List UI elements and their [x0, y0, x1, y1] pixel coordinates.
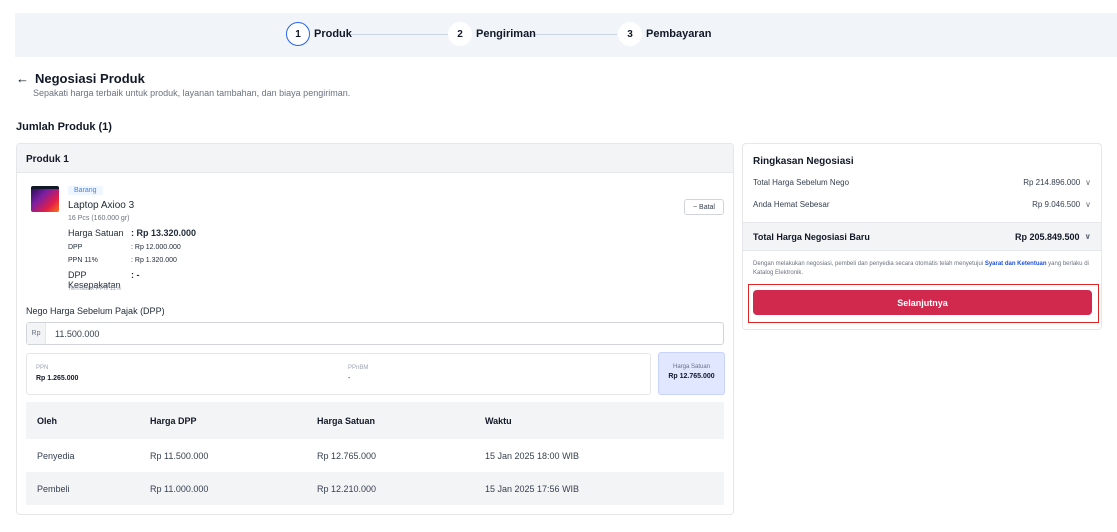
ppn-label: PPN 11% — [68, 257, 98, 264]
chevron-down-icon[interactable]: ∨ — [1085, 232, 1092, 241]
unit-price-summary: Harga Satuan Rp 12.765.000 — [658, 352, 725, 395]
ppn-summary-value: Rp 1.265.000 — [36, 375, 79, 382]
step-label: Pembayaran — [646, 28, 712, 40]
unit-price-summary-value: Rp 12.765.000 — [668, 373, 715, 380]
unit-price-summary-label: Harga Satuan — [672, 364, 711, 370]
table-cell: 15 Jan 2025 17:56 WIB — [485, 483, 580, 494]
product-name: Laptop Axioo 3 — [68, 200, 135, 211]
step-pengiriman[interactable]: 2 Pengiriman — [448, 22, 536, 46]
new-total-value: Rp 205.849.500 — [1014, 231, 1080, 242]
savings-label: Anda Hemat Sebesar — [753, 200, 830, 209]
tax-included-note: Termasuk PPN 11% — [68, 286, 122, 292]
nego-price-value[interactable]: 11.500.000 — [55, 329, 99, 339]
step-number: 2 — [448, 22, 472, 46]
table-cell: Rp 12.210.000 — [317, 483, 377, 494]
column-header: Harga DPP — [150, 415, 197, 426]
new-total-row[interactable]: Total Harga Negosiasi Baru Rp 205.849.50… — [743, 222, 1101, 251]
highlight-outline — [748, 284, 1099, 323]
table-cell: Rp 11.000.000 — [150, 483, 209, 494]
disclaimer-text: Dengan melakukan negosiasi, pembeli dan … — [753, 261, 985, 267]
stepper-connector — [531, 34, 617, 35]
table-cell: Rp 12.765.000 — [317, 450, 377, 461]
arrow-left-icon[interactable]: ← — [16, 72, 29, 85]
dpp-agreed-value: : - — [131, 270, 140, 280]
stepper-connector — [349, 34, 451, 35]
table-cell: Penyedia — [37, 450, 75, 461]
page-header: ← Negosiasi Produk — [16, 71, 145, 86]
cancel-button[interactable]: − Batal — [684, 199, 724, 215]
ppn-summary: PPN Rp 1.265.000 — [36, 365, 78, 382]
ppnbm-summary-value: - — [348, 375, 351, 382]
nego-price-input[interactable]: Rp 11.500.000 — [26, 322, 724, 345]
checkout-stepper: 1 Produk 2 Pengiriman 3 Pembayaran — [15, 13, 1117, 57]
price-before-label: Total Harga Sebelum Nego — [753, 178, 850, 187]
table-cell: Pembeli — [37, 483, 70, 494]
step-produk[interactable]: 1 Produk — [286, 22, 352, 46]
unit-price-value: : Rp 13.320.000 — [131, 228, 197, 238]
step-number: 3 — [618, 22, 642, 46]
step-number: 1 — [286, 22, 310, 46]
currency-prefix: Rp — [27, 323, 46, 344]
ppn-value: : Rp 1.320.000 — [131, 257, 177, 264]
table-row: Pembeli Rp 11.000.000 Rp 12.210.000 15 J… — [26, 472, 724, 505]
product-card: Produk 1 Barang Laptop Axioo 3 16 Pcs (1… — [16, 143, 734, 515]
table-header-row: Oleh Harga DPP Harga Satuan Waktu — [26, 402, 724, 439]
step-label: Pengiriman — [476, 28, 536, 40]
section-title: Jumlah Produk (1) — [16, 121, 112, 133]
table-row: Penyedia Rp 11.500.000 Rp 12.765.000 15 … — [26, 439, 724, 472]
ppn-summary-label: PPN — [36, 365, 49, 371]
savings-value: Rp 9.046.500 — [1032, 200, 1081, 209]
tax-breakdown: PPN Rp 1.265.000 PPnBM - — [26, 353, 651, 395]
negotiation-history-table: Oleh Harga DPP Harga Satuan Waktu Penyed… — [26, 402, 724, 505]
column-header: Waktu — [485, 415, 512, 426]
ppnbm-summary: PPnBM - — [348, 365, 368, 382]
table-cell: 15 Jan 2025 18:00 WIB — [485, 450, 580, 461]
chevron-down-icon[interactable]: ∨ — [1085, 200, 1091, 209]
column-header: Oleh — [37, 415, 58, 426]
nego-label: Nego Harga Sebelum Pajak (DPP) — [26, 306, 165, 316]
ppnbm-summary-label: PPnBM — [348, 365, 369, 371]
dpp-value: : Rp 12.000.000 — [131, 244, 181, 251]
product-quantity: 16 Pcs (160.000 gr) — [68, 215, 130, 222]
step-pembayaran[interactable]: 3 Pembayaran — [618, 22, 711, 46]
product-image — [31, 186, 59, 212]
page-subtitle: Sepakati harga terbaik untuk produk, lay… — [33, 88, 351, 98]
new-total-label: Total Harga Negosiasi Baru — [753, 231, 870, 242]
chevron-down-icon[interactable]: ∨ — [1085, 178, 1091, 187]
price-before-value: Rp 214.896.000 — [1023, 178, 1081, 187]
dpp-row: DPP : Rp 12.000.000 — [68, 244, 181, 251]
page-title: Negosiasi Produk — [35, 71, 145, 86]
product-card-header: Produk 1 — [17, 144, 733, 173]
step-label: Produk — [314, 28, 352, 40]
ppn-row: PPN 11% : Rp 1.320.000 — [68, 257, 177, 264]
unit-price-row: Harga Satuan : Rp 13.320.000 — [68, 228, 196, 238]
terms-disclaimer: Dengan melakukan negosiasi, pembeli dan … — [753, 260, 1091, 278]
unit-price-label: Harga Satuan — [68, 228, 124, 238]
savings-row[interactable]: Anda Hemat Sebesar Rp 9.046.500 ∨ — [753, 200, 1091, 209]
product-type-badge: Barang — [68, 186, 103, 195]
price-before-row[interactable]: Total Harga Sebelum Nego Rp 214.896.000 … — [753, 178, 1091, 187]
column-header: Harga Satuan — [317, 415, 376, 426]
terms-link[interactable]: Syarat dan Ketentuan — [985, 261, 1047, 267]
table-cell: Rp 11.500.000 — [150, 450, 209, 461]
summary-title: Ringkasan Negosiasi — [753, 156, 854, 167]
dpp-label: DPP — [68, 244, 83, 251]
